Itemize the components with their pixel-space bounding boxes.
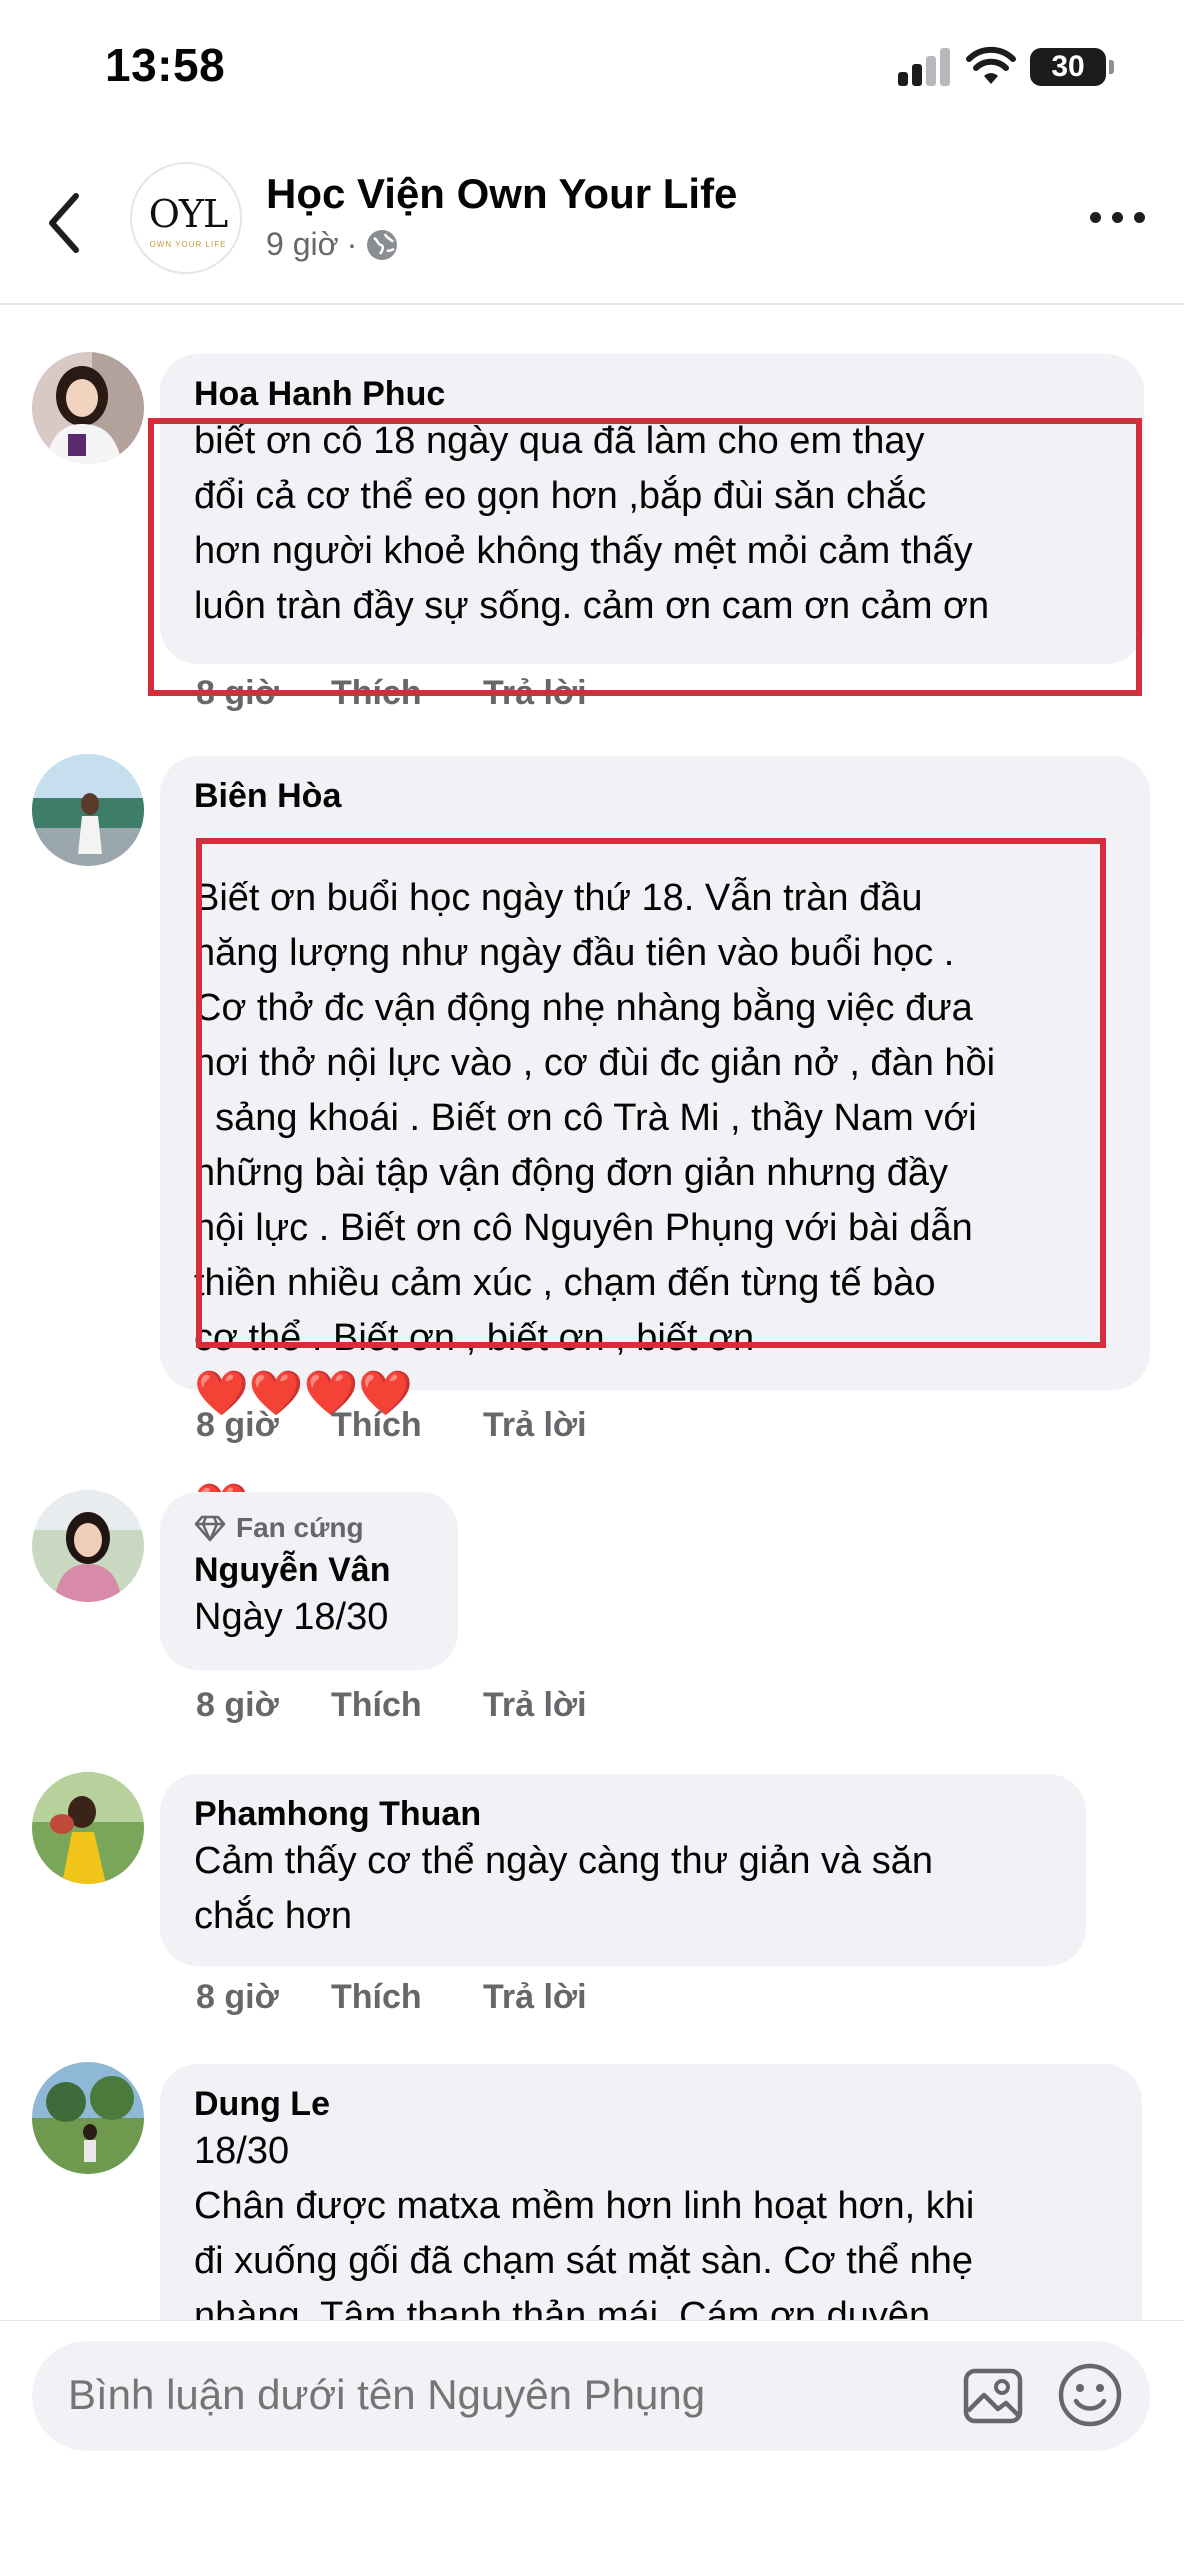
avatar[interactable]	[32, 754, 144, 866]
comment-time: 8 giờ	[196, 1406, 279, 1444]
comment-actions: 8 giờ Thích Trả lời	[196, 1978, 587, 2017]
comment-composer	[0, 2320, 1184, 2560]
reply-button[interactable]: Trả lời	[483, 1686, 587, 1725]
page-logo-subtext: OWN YOUR LIFE	[149, 240, 227, 249]
avatar[interactable]	[32, 352, 144, 464]
comment-time: 8 giờ	[196, 1978, 279, 2016]
post-time: 9 giờ	[266, 226, 339, 262]
badge-label: Fan cứng	[236, 1512, 364, 1543]
comment-author[interactable]: Dung Le	[194, 2084, 1110, 2124]
reply-button[interactable]: Trả lời	[483, 1978, 587, 2017]
red-highlight-box	[148, 418, 1142, 696]
page-logo-text: OYL	[148, 192, 228, 236]
comment-bubble[interactable]: Dung Le 18/30 Chân được matxa mềm hơn li…	[160, 2064, 1142, 2364]
red-highlight-box	[196, 838, 1106, 1348]
comment-text: Ngày 18/30	[194, 1596, 389, 1638]
diamond-icon	[194, 1515, 226, 1542]
comment-text: 18/30 Chân được matxa mềm hơn linh hoạt …	[194, 2130, 975, 2337]
avatar[interactable]	[32, 1772, 144, 1884]
battery-tip	[1109, 60, 1114, 74]
like-button[interactable]: Thích	[331, 1406, 483, 1445]
fan-badge: Fan cứng	[194, 1512, 426, 1544]
page-avatar[interactable]: OYL OWN YOUR LIFE	[130, 162, 242, 274]
like-button[interactable]: Thích	[331, 1978, 483, 2017]
avatar[interactable]	[32, 2062, 144, 2174]
comment-author[interactable]: Nguyễn Vân	[194, 1550, 426, 1590]
comment-actions: 8 giờ Thích Trả lời	[196, 1686, 587, 1725]
comment-time: 8 giờ	[196, 1686, 279, 1724]
like-button[interactable]: Thích	[331, 1686, 483, 1725]
battery-level: 30	[1030, 48, 1106, 86]
status-bar: 13:58 30	[0, 0, 1184, 140]
comment-input[interactable]	[68, 2371, 948, 2419]
more-options-icon[interactable]	[1090, 210, 1146, 226]
comment-author[interactable]: Biên Hòa	[194, 776, 1118, 816]
globe-icon	[367, 229, 398, 260]
reply-button[interactable]: Trả lời	[483, 1406, 587, 1445]
meta-separator: ·	[346, 226, 358, 262]
post-header: OYL OWN YOUR LIFE Học Viện Own Your Life…	[0, 140, 1184, 305]
image-icon[interactable]	[962, 2365, 1024, 2427]
back-chevron-icon[interactable]	[40, 188, 90, 258]
comment-author[interactable]: Hoa Hanh Phuc	[194, 374, 1112, 414]
status-time: 13:58	[105, 39, 226, 91]
comment-bubble[interactable]: Phamhong Thuan Cảm thấy cơ thể ngày càng…	[160, 1774, 1086, 1966]
wifi-icon	[966, 46, 1016, 84]
avatar[interactable]	[32, 1490, 144, 1602]
page-name[interactable]: Học Viện Own Your Life	[266, 170, 737, 218]
cellular-signal-icon	[898, 48, 952, 86]
composer-box[interactable]	[32, 2341, 1150, 2451]
emoji-icon[interactable]	[1056, 2361, 1124, 2429]
comment-author[interactable]: Phamhong Thuan	[194, 1794, 1054, 1834]
comment-text: Cảm thấy cơ thể ngày càng thư giản và să…	[194, 1840, 933, 1937]
post-meta: 9 giờ ·	[266, 226, 399, 263]
comment-bubble[interactable]: Fan cứng Nguyễn Vân Ngày 18/30	[160, 1492, 458, 1670]
comment-actions: 8 giờ Thích Trả lời	[196, 1406, 587, 1445]
